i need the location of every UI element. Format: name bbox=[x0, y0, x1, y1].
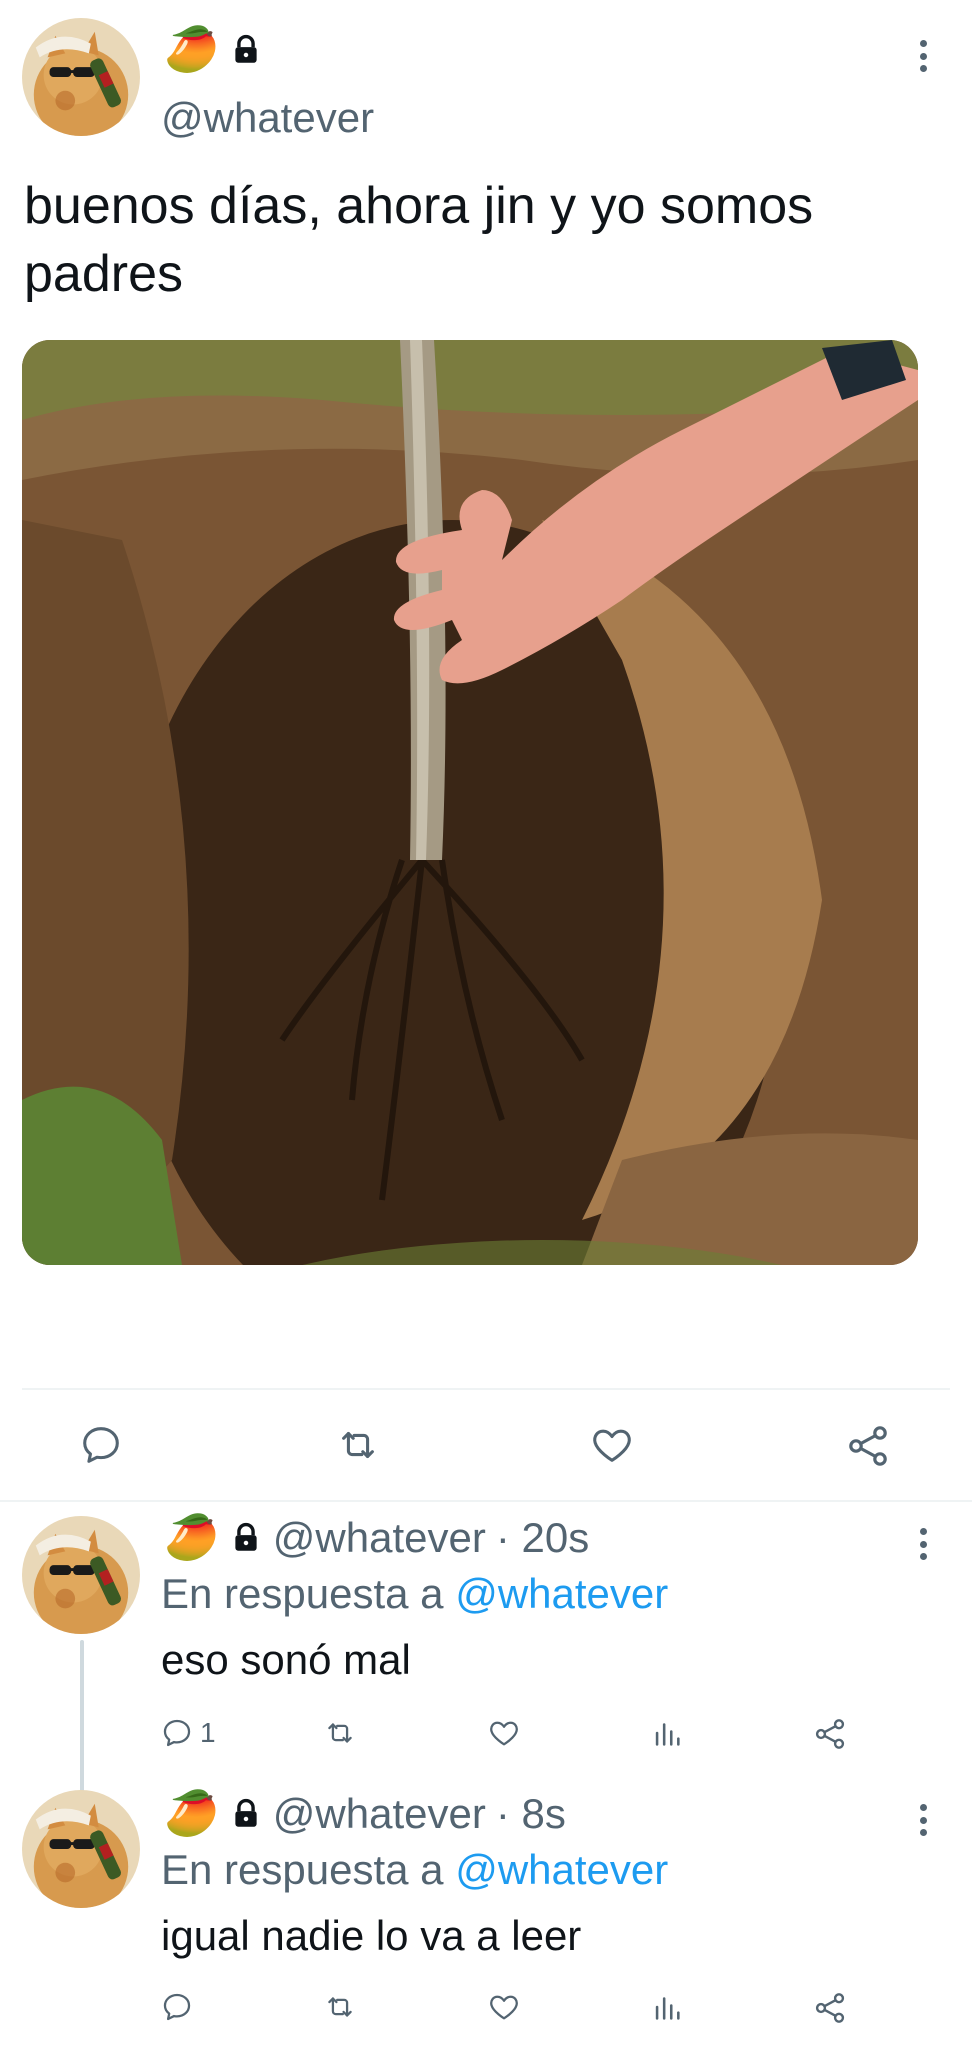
reply-context: En respuesta a @whatever bbox=[161, 1570, 668, 1618]
reply-time: · 8s bbox=[495, 1790, 566, 1837]
mango-emoji: 🥭 bbox=[164, 1512, 219, 1563]
avatar[interactable] bbox=[22, 1790, 140, 1908]
reply-handle[interactable]: @whatever bbox=[273, 1514, 486, 1562]
more-icon[interactable] bbox=[908, 1524, 938, 1564]
share-button[interactable] bbox=[812, 1990, 848, 2026]
reply-count: 1 bbox=[200, 1717, 216, 1748]
mango-emoji: 🥭 bbox=[164, 24, 219, 75]
post-text: buenos días, ahora jin y yo somos padres bbox=[24, 177, 814, 303]
reply-text: igual nadie lo va a leer bbox=[161, 1912, 582, 1959]
mango-emoji: 🥭 bbox=[164, 1788, 219, 1839]
retweet-icon bbox=[320, 1990, 360, 2024]
share-button[interactable] bbox=[812, 1716, 848, 1752]
thread-line bbox=[80, 1640, 84, 1792]
reply-text: eso sonó mal bbox=[161, 1636, 411, 1683]
post-image[interactable] bbox=[22, 340, 918, 1265]
reply-to-label: En respuesta a bbox=[161, 1846, 444, 1893]
retweet-button[interactable] bbox=[320, 1716, 360, 1750]
lock-icon bbox=[229, 1521, 263, 1555]
share-icon bbox=[812, 1716, 848, 1752]
reply-icon bbox=[160, 1990, 194, 2024]
reply-to-handle[interactable]: @whatever bbox=[455, 1846, 668, 1893]
more-icon[interactable] bbox=[908, 1800, 938, 1840]
views-icon bbox=[650, 1990, 684, 2024]
like-button[interactable] bbox=[486, 1990, 522, 2024]
reply-header: 🥭 @whatever · 8s bbox=[164, 1790, 566, 1838]
lock-icon bbox=[229, 33, 263, 67]
divider bbox=[22, 1388, 950, 1390]
reply-to-label: En respuesta a bbox=[161, 1570, 444, 1617]
author-badges: 🥭 bbox=[164, 28, 263, 72]
avatar[interactable] bbox=[22, 1516, 140, 1634]
views-button[interactable] bbox=[650, 1716, 684, 1750]
like-button[interactable] bbox=[588, 1422, 636, 1468]
avatar[interactable] bbox=[22, 18, 140, 136]
retweet-icon bbox=[332, 1422, 384, 1468]
retweet-icon bbox=[320, 1716, 360, 1750]
views-button[interactable] bbox=[650, 1990, 684, 2024]
divider bbox=[0, 1500, 972, 1502]
retweet-button[interactable] bbox=[332, 1422, 384, 1468]
author-handle[interactable]: @whatever bbox=[161, 94, 374, 142]
views-icon bbox=[650, 1716, 684, 1750]
like-button[interactable] bbox=[486, 1716, 522, 1750]
share-icon bbox=[844, 1422, 892, 1470]
reply-header: 🥭 @whatever · 20s bbox=[164, 1514, 589, 1562]
lock-icon bbox=[229, 1797, 263, 1831]
reply-button[interactable] bbox=[78, 1422, 124, 1468]
reply-button[interactable]: 1 bbox=[160, 1716, 216, 1750]
like-icon bbox=[486, 1990, 522, 2024]
reply-button[interactable] bbox=[160, 1990, 194, 2024]
like-icon bbox=[588, 1422, 636, 1468]
more-icon[interactable] bbox=[908, 36, 938, 76]
reply-icon bbox=[160, 1716, 194, 1750]
share-button[interactable] bbox=[844, 1422, 892, 1470]
reply-icon bbox=[78, 1422, 124, 1468]
like-icon bbox=[486, 1716, 522, 1750]
reply-context: En respuesta a @whatever bbox=[161, 1846, 668, 1894]
reply-time: · 20s bbox=[495, 1514, 590, 1561]
reply-handle[interactable]: @whatever bbox=[273, 1790, 486, 1838]
retweet-button[interactable] bbox=[320, 1990, 360, 2024]
share-icon bbox=[812, 1990, 848, 2026]
reply-to-handle[interactable]: @whatever bbox=[455, 1570, 668, 1617]
